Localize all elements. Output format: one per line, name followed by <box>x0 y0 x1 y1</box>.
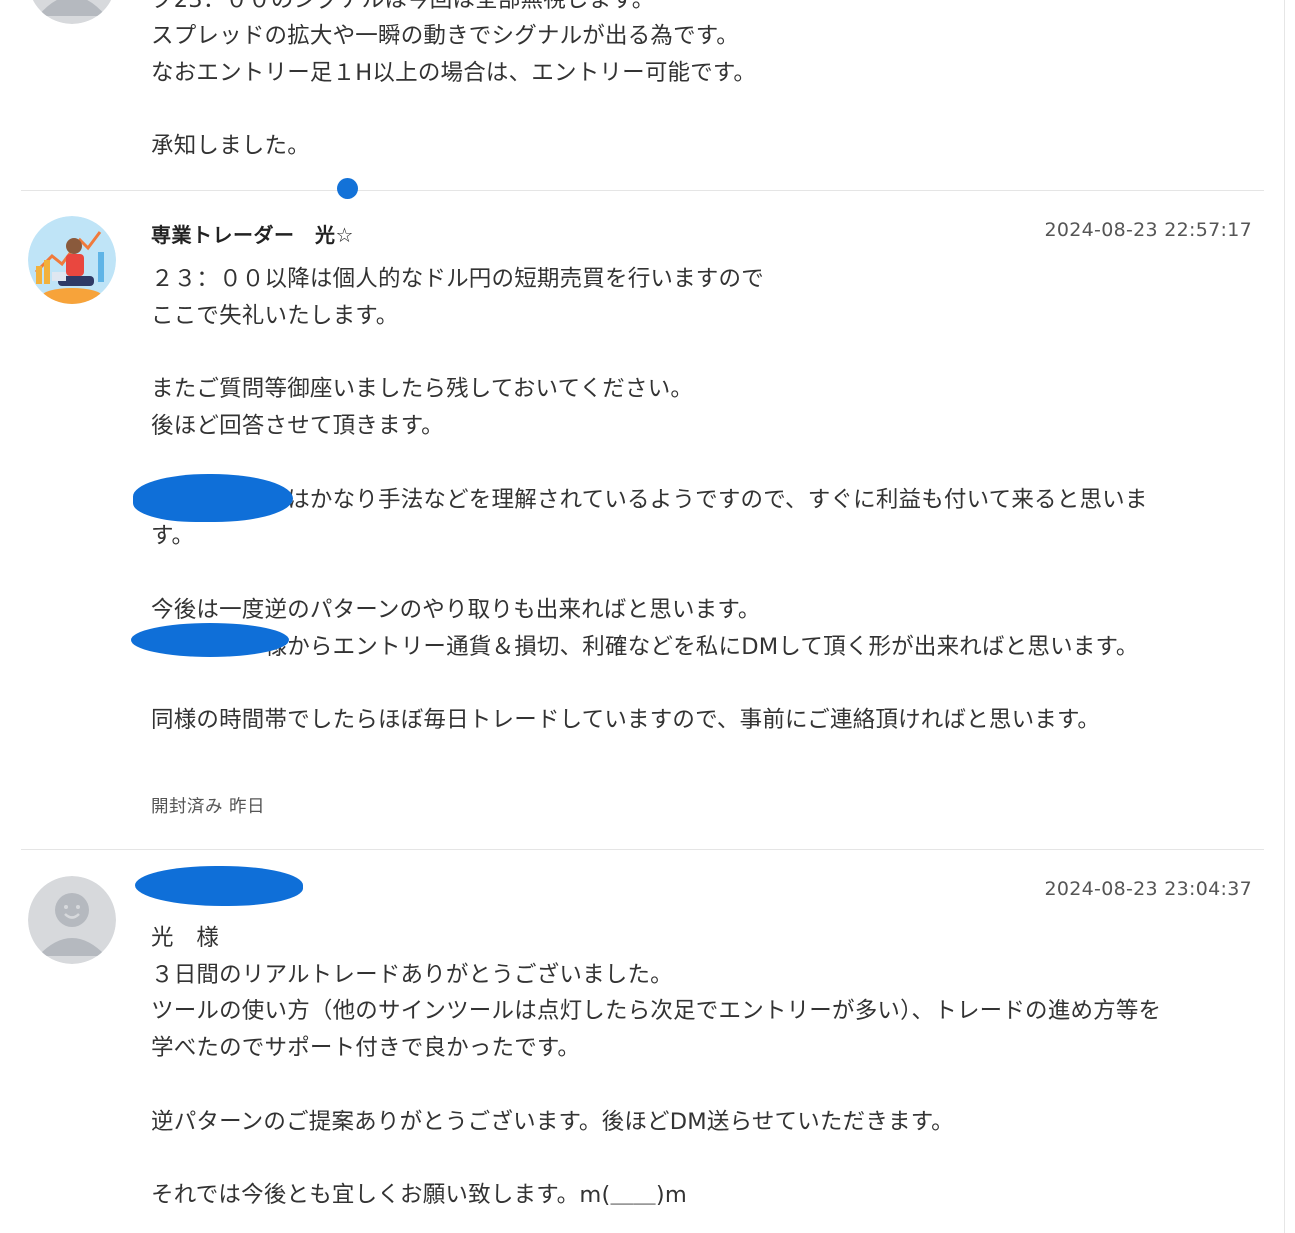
trader-avatar-icon <box>28 216 116 304</box>
message-line: ここで失礼いたします。 <box>151 303 399 329</box>
message-line: それでは今後とも宜しくお願い致します。m(＿＿)m <box>151 1182 687 1208</box>
message-line: 今後は一度逆のパターンのやり取りも出来ればと思います。 <box>151 597 761 623</box>
message-line: 様はかなり手法などを理解されているようですので、すぐに利益も付いて来ると思いま <box>151 487 1148 513</box>
message-divider <box>21 849 1264 850</box>
message-line: またご質問等御座いましたら残しておいてください。 <box>151 376 694 402</box>
message-line: 光 様 <box>151 925 220 951</box>
message-line: す。 <box>151 523 195 549</box>
scrollbar[interactable] <box>1284 0 1295 1233</box>
redaction-mark <box>133 474 293 522</box>
message-timestamp: 2024-08-23 22:57:17 <box>1044 219 1252 241</box>
message-line: 同様の時間帯でしたらほぼ毎日トレードしていますので、事前にご連絡頂ければと思いま… <box>151 707 1101 733</box>
redaction-mark <box>135 866 303 906</box>
message-line: なおエントリー足１H以上の場合は、エントリー可能です。 <box>151 60 757 86</box>
avatar[interactable] <box>28 216 116 304</box>
read-status: 開封済み 昨日 <box>151 797 266 817</box>
message-line: ツールの使い方（他のサインツールは点灯したら次足でエントリーが多い）、トレードの… <box>151 998 1162 1024</box>
message-divider <box>21 190 1264 191</box>
message-line: 様からエントリー通貨＆損切、利確などを私にDMして頂く形が出来ればと思います。 <box>151 634 1139 660</box>
sender-name[interactable]: 専業トレーダー 光☆ <box>151 219 354 248</box>
message-line: 学べたのでサポート付きで良かったです。 <box>151 1035 581 1061</box>
default-user-avatar-icon <box>32 0 112 24</box>
message-line: スプレッドの拡大や一瞬の動きでシグナルが出る為です。 <box>151 23 739 49</box>
message-line: 逆パターンのご提案ありがとうございます。後ほどDM送らせていただきます。 <box>151 1109 954 1135</box>
message-line: ３日間のリアルトレードありがとうございました。 <box>151 962 673 988</box>
unread-indicator-dot <box>337 178 358 199</box>
message-line: 承知しました。 <box>151 133 310 159</box>
avatar <box>28 0 116 24</box>
default-user-avatar-icon <box>28 876 116 964</box>
avatar[interactable] <box>28 876 116 964</box>
redaction-mark <box>131 623 289 657</box>
message-line: ク23：００のシグナルは今回は全部無視します。 <box>151 0 655 13</box>
message-line: 後ほど回答させて頂きます。 <box>151 413 444 439</box>
message-timestamp: 2024-08-23 23:04:37 <box>1044 878 1252 900</box>
message-line: ２３：００以降は個人的なドル円の短期売買を行いますので <box>151 266 764 292</box>
